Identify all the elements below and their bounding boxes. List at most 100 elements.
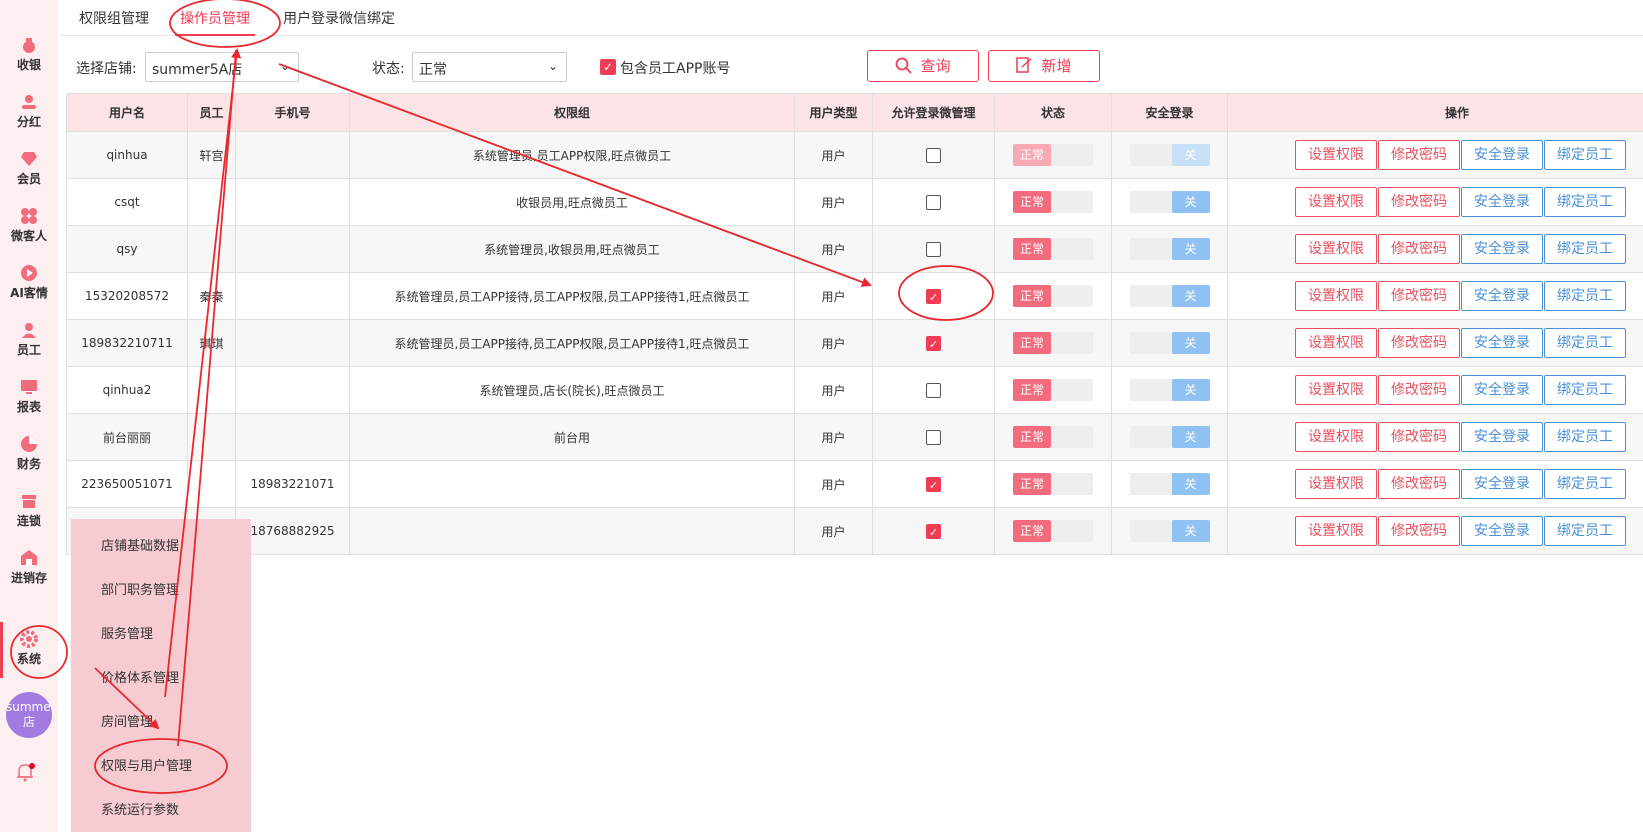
secure-login-button[interactable]: 安全登录 <box>1461 281 1543 311</box>
secure-login-toggle[interactable]: 关 <box>1129 238 1210 260</box>
secure-login-toggle[interactable]: 关 <box>1129 473 1210 495</box>
sidebar-item-dividend[interactable]: 分红 <box>0 85 58 141</box>
sidebar-item-inventory[interactable]: 进销存 <box>0 541 58 597</box>
include-app-checkbox[interactable]: ✓ <box>600 59 616 75</box>
allow-login-checkbox[interactable] <box>926 241 941 257</box>
secure-login-toggle[interactable]: 关 <box>1129 379 1210 401</box>
menu-item-price-system[interactable]: 价格体系管理 <box>101 667 179 686</box>
tab-permission-group[interactable]: 权限组管理 <box>79 8 149 28</box>
bind-staff-button[interactable]: 绑定员工 <box>1544 187 1626 217</box>
allow-login-checkbox[interactable] <box>926 147 941 163</box>
secure-login-toggle[interactable]: 关 <box>1129 285 1210 307</box>
cell-allow-login <box>872 178 995 226</box>
set-permission-button[interactable]: 设置权限 <box>1295 328 1377 358</box>
menu-item-room[interactable]: 房间管理 <box>101 711 153 730</box>
set-permission-button[interactable]: 设置权限 <box>1295 187 1377 217</box>
allow-login-checkbox[interactable]: ✓ <box>926 335 941 351</box>
set-permission-button[interactable]: 设置权限 <box>1295 469 1377 499</box>
change-password-button[interactable]: 修改密码 <box>1378 328 1460 358</box>
change-password-button[interactable]: 修改密码 <box>1378 469 1460 499</box>
sidebar-item-staff[interactable]: 员工 <box>0 313 58 369</box>
sidebar-item-label: 连锁 <box>16 514 41 528</box>
set-permission-button[interactable]: 设置权限 <box>1295 140 1377 170</box>
secure-login-toggle[interactable]: 关 <box>1129 520 1210 542</box>
bind-staff-button[interactable]: 绑定员工 <box>1544 140 1626 170</box>
sidebar-item-chain[interactable]: 连锁 <box>0 484 58 540</box>
status-select[interactable]: 正常 ⌄ <box>412 52 567 82</box>
change-password-button[interactable]: 修改密码 <box>1378 281 1460 311</box>
sidebar-item-cashier[interactable]: 收银 <box>0 28 58 84</box>
sidebar-item-wechat-guest[interactable]: 微客人 <box>0 199 58 255</box>
allow-login-checkbox[interactable] <box>926 429 941 445</box>
menu-item-service[interactable]: 服务管理 <box>101 623 153 642</box>
status-toggle[interactable]: 正常 <box>1013 144 1093 166</box>
set-permission-button[interactable]: 设置权限 <box>1295 516 1377 546</box>
bind-staff-button[interactable]: 绑定员工 <box>1544 469 1626 499</box>
store-avatar[interactable]: summer5A店 <box>6 692 52 738</box>
change-password-button[interactable]: 修改密码 <box>1378 234 1460 264</box>
status-toggle[interactable]: 正常 <box>1013 473 1093 495</box>
sidebar-item-member[interactable]: 会员 <box>0 142 58 198</box>
secure-login-button[interactable]: 安全登录 <box>1461 422 1543 452</box>
secure-login-toggle[interactable]: 关 <box>1129 191 1210 213</box>
bind-staff-button[interactable]: 绑定员工 <box>1544 375 1626 405</box>
tab-operator-management[interactable]: 操作员管理 <box>175 8 255 36</box>
bind-staff-button[interactable]: 绑定员工 <box>1544 234 1626 264</box>
menu-item-system-params[interactable]: 系统运行参数 <box>101 799 179 818</box>
menu-item-department[interactable]: 部门职务管理 <box>101 579 179 598</box>
status-toggle[interactable]: 正常 <box>1013 426 1093 448</box>
secure-login-button[interactable]: 安全登录 <box>1461 469 1543 499</box>
cell-status: 正常 <box>994 319 1112 367</box>
sidebar-item-system[interactable]: 系统 <box>0 622 58 678</box>
secure-login-toggle[interactable]: 关 <box>1129 332 1210 354</box>
menu-item-permission-user[interactable]: 权限与用户管理 <box>101 755 192 774</box>
secure-login-button[interactable]: 安全登录 <box>1461 328 1543 358</box>
status-toggle[interactable]: 正常 <box>1013 520 1093 542</box>
status-toggle[interactable]: 正常 <box>1013 379 1093 401</box>
secure-login-button[interactable]: 安全登录 <box>1461 140 1543 170</box>
bind-staff-button[interactable]: 绑定员工 <box>1544 281 1626 311</box>
secure-login-button[interactable]: 安全登录 <box>1461 234 1543 264</box>
status-toggle[interactable]: 正常 <box>1013 332 1093 354</box>
allow-login-checkbox[interactable]: ✓ <box>926 523 941 539</box>
cell-user-type: 用户 <box>794 366 873 414</box>
secure-login-toggle-label: 关 <box>1171 144 1210 166</box>
allow-login-checkbox[interactable]: ✓ <box>926 288 941 304</box>
status-toggle[interactable]: 正常 <box>1013 285 1093 307</box>
bind-staff-button[interactable]: 绑定员工 <box>1544 328 1626 358</box>
secure-login-button[interactable]: 安全登录 <box>1461 375 1543 405</box>
add-button[interactable]: 新增 <box>988 50 1100 82</box>
store-select[interactable]: summer5A店 ⌄ <box>145 52 299 82</box>
cell-secure-login: 关 <box>1111 319 1228 367</box>
secure-login-button[interactable]: 安全登录 <box>1461 516 1543 546</box>
allow-login-checkbox[interactable] <box>926 382 941 398</box>
change-password-button[interactable]: 修改密码 <box>1378 422 1460 452</box>
cell-phone <box>235 319 350 367</box>
sidebar-item-label: 报表 <box>16 400 41 414</box>
secure-login-button[interactable]: 安全登录 <box>1461 187 1543 217</box>
bind-staff-button[interactable]: 绑定员工 <box>1544 422 1626 452</box>
search-button[interactable]: 查询 <box>867 50 979 82</box>
notification-bell[interactable] <box>15 762 35 786</box>
change-password-button[interactable]: 修改密码 <box>1378 140 1460 170</box>
change-password-button[interactable]: 修改密码 <box>1378 375 1460 405</box>
bind-staff-button[interactable]: 绑定员工 <box>1544 516 1626 546</box>
set-permission-button[interactable]: 设置权限 <box>1295 234 1377 264</box>
status-toggle[interactable]: 正常 <box>1013 191 1093 213</box>
menu-item-store-basic-data[interactable]: 店铺基础数据 <box>101 535 179 554</box>
tab-wechat-binding[interactable]: 用户登录微信绑定 <box>283 8 395 28</box>
set-permission-button[interactable]: 设置权限 <box>1295 375 1377 405</box>
secure-login-toggle[interactable]: 关 <box>1129 426 1210 448</box>
sidebar-item-report[interactable]: 报表 <box>0 370 58 426</box>
secure-login-toggle[interactable]: 关 <box>1129 144 1210 166</box>
set-permission-button[interactable]: 设置权限 <box>1295 281 1377 311</box>
sidebar-item-finance[interactable]: 财务 <box>0 427 58 483</box>
allow-login-checkbox[interactable]: ✓ <box>926 476 941 492</box>
allow-login-checkbox[interactable] <box>926 194 941 210</box>
sidebar-item-ai-guest[interactable]: AI客情 <box>0 256 58 312</box>
change-password-button[interactable]: 修改密码 <box>1378 187 1460 217</box>
set-permission-button[interactable]: 设置权限 <box>1295 422 1377 452</box>
status-toggle[interactable]: 正常 <box>1013 238 1093 260</box>
cell-username: qinhua2 <box>66 366 188 414</box>
change-password-button[interactable]: 修改密码 <box>1378 516 1460 546</box>
